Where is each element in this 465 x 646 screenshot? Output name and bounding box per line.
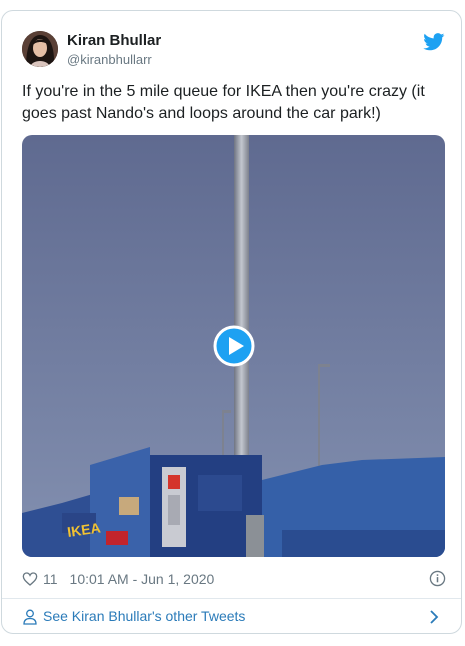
tweet-meta: 11 10:01 AM - Jun 1, 2020: [22, 569, 446, 589]
see-other-tweets-link[interactable]: See Kiran Bhullar's other Tweets: [2, 599, 461, 633]
tweet-timestamp[interactable]: 10:01 AM - Jun 1, 2020: [70, 571, 215, 587]
play-icon[interactable]: [213, 325, 255, 367]
see-other-tweets-label[interactable]: See Kiran Bhullar's other Tweets: [43, 608, 245, 624]
tweet-card[interactable]: Kiran Bhullar @kiranbhullarr If you're i…: [1, 10, 462, 634]
display-name[interactable]: Kiran Bhullar: [67, 32, 161, 49]
info-icon[interactable]: [429, 570, 446, 587]
heart-icon[interactable]: [22, 571, 38, 587]
person-icon: [23, 609, 37, 625]
tweet-text: If you're in the 5 mile queue for IKEA t…: [22, 83, 425, 122]
tweet-video[interactable]: IKEA: [22, 135, 445, 557]
twitter-bird-icon[interactable]: [423, 33, 445, 51]
avatar[interactable]: [22, 31, 58, 67]
chevron-right-icon[interactable]: [429, 610, 439, 624]
like-count[interactable]: 11: [43, 571, 58, 587]
user-handle[interactable]: @kiranbhullarr: [67, 52, 152, 67]
